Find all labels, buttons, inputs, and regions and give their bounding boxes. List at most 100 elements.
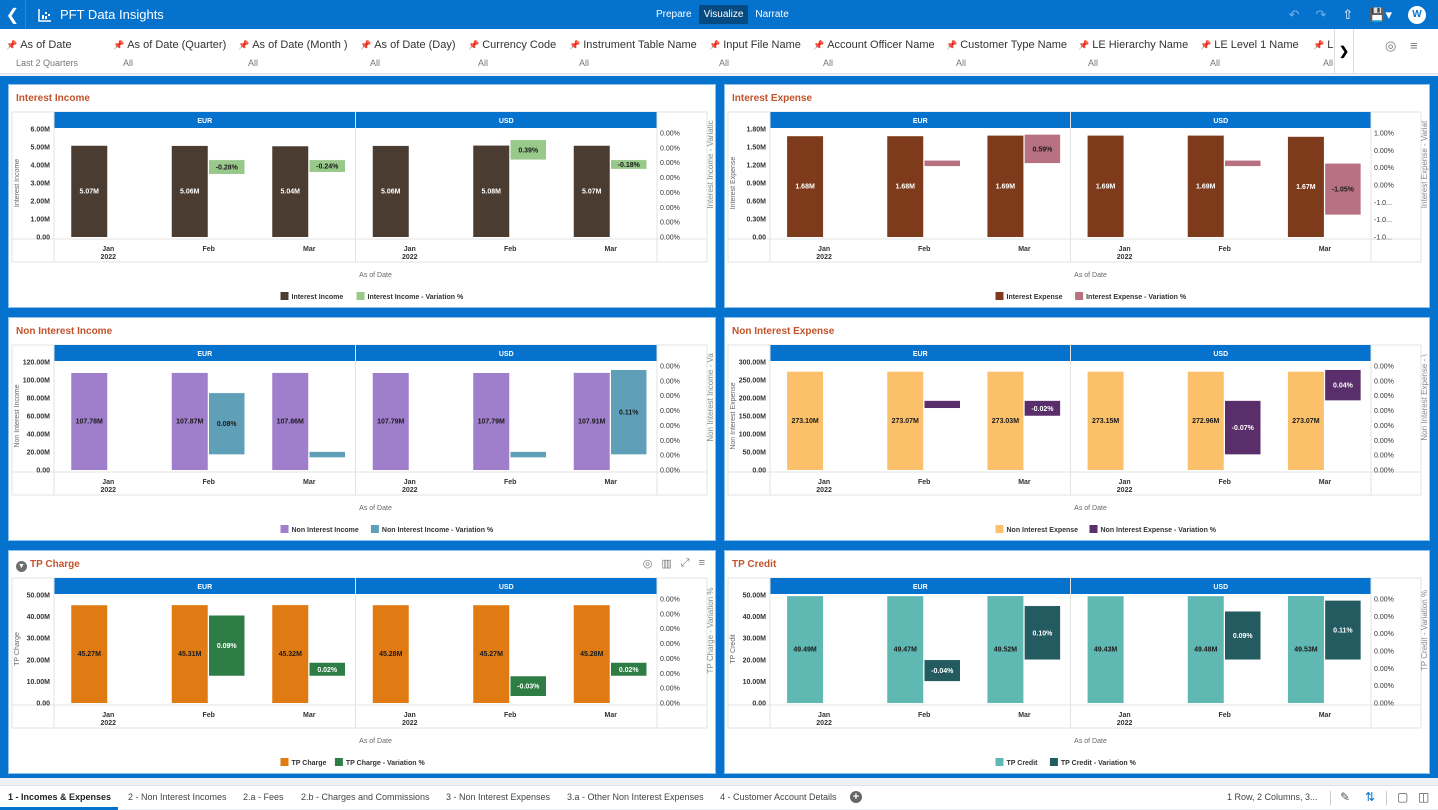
pin-icon: 📌 bbox=[6, 40, 18, 50]
legend: Non Interest Income Non Interest Income -… bbox=[280, 525, 494, 534]
filter-le-level-1-name[interactable]: 📌 LE Level 1 Name All bbox=[1200, 29, 1313, 74]
mode-narrate[interactable]: Narrate bbox=[750, 5, 793, 24]
variation-bar[interactable] bbox=[924, 400, 961, 409]
canvas-tab[interactable]: 3 - Non Interest Expenses bbox=[446, 792, 550, 802]
legend: Non Interest Expense Non Interest Expense… bbox=[995, 525, 1217, 534]
legend-label[interactable]: TP Charge - Variation % bbox=[346, 760, 426, 767]
canvas-tab[interactable]: 1 - Incomes & Expenses bbox=[8, 792, 111, 802]
variation-bar[interactable] bbox=[924, 160, 961, 167]
filter-as-of-date-quarter[interactable]: 📌 As of Date (Quarter) All bbox=[113, 29, 238, 74]
legend-label[interactable]: Non Interest Income bbox=[292, 527, 359, 534]
filter-value: All bbox=[719, 58, 730, 68]
legend-label[interactable]: Interest Income - Variation % bbox=[368, 294, 464, 301]
export-icon[interactable]: ⇧ bbox=[1342, 7, 1353, 23]
y-tick-label: 300.00M bbox=[739, 360, 766, 367]
variation-data-label: -1.05% bbox=[1332, 187, 1355, 194]
chart-panel-interest-income[interactable]: Interest Income EUR USD 0.00 1.00M 2.00M 3.00M… bbox=[8, 84, 716, 308]
legend-label[interactable]: Interest Income bbox=[292, 294, 344, 301]
brushing-icon[interactable]: ✎ bbox=[1340, 790, 1350, 804]
legend-label[interactable]: Non Interest Expense - Variation % bbox=[1101, 527, 1217, 534]
y2-axis-title: Interest Expense - Variat bbox=[1420, 120, 1429, 208]
filter-customer-type-name[interactable]: 📌 Customer Type Name All bbox=[946, 29, 1078, 74]
mode-switcher: Prepare Visualize Narrate bbox=[651, 5, 794, 24]
y-tick-label: 50.00M bbox=[743, 593, 767, 600]
x-tick-label: Jan bbox=[1119, 246, 1131, 253]
y2-tick-label: 0.00% bbox=[1374, 183, 1394, 190]
redo-icon[interactable]: ↷ bbox=[1315, 7, 1326, 23]
filter-le-hierarchy-name[interactable]: 📌 LE Hierarchy Name All bbox=[1078, 29, 1200, 74]
chart-svg: EUR USD 0.00 1.00M 2.00M 3.00M 4.00M 5.00M 6.00M… bbox=[11, 111, 715, 301]
filter-input-file-name[interactable]: 📌 Input File Name All bbox=[709, 29, 813, 74]
y2-tick-label: 0.00% bbox=[660, 468, 680, 475]
canvas-tab[interactable]: 2 - Non Interest Incomes bbox=[128, 792, 227, 802]
filter-le[interactable]: 📌LE All bbox=[1313, 29, 1334, 74]
chart-panel-non-interest-income[interactable]: Non Interest Income EUR USD 0.00 20.00M 40.00… bbox=[8, 317, 716, 541]
y2-tick-label: 0.00% bbox=[660, 235, 680, 242]
chart-panel-non-interest-expense[interactable]: Non Interest Expense EUR USD 0.00 50.00M 100.… bbox=[724, 317, 1430, 541]
filter-as-of-date[interactable]: 📌 As of Date Last 2 Quarters bbox=[6, 29, 113, 74]
facet-label: USD bbox=[499, 118, 514, 125]
layout-single-icon[interactable]: ▢ bbox=[1397, 790, 1408, 804]
canvas-tab[interactable]: 3.a - Other Non Interest Expenses bbox=[567, 792, 704, 802]
canvas-tab[interactable]: 2.b - Charges and Commissions bbox=[301, 792, 430, 802]
legend-label[interactable]: Interest Expense - Variation % bbox=[1086, 294, 1187, 301]
layout-status[interactable]: 1 Row, 2 Columns, 3... bbox=[1227, 792, 1318, 802]
x-axis-title: As of Date bbox=[359, 272, 392, 279]
canvas-tab[interactable]: 4 - Customer Account Details bbox=[720, 792, 837, 802]
chart-svg: EUR USD 0.00 10.00M 20.00M 30.00M 40.00M 50.00M… bbox=[11, 577, 715, 767]
variation-data-label: 0.08% bbox=[217, 421, 238, 428]
save-icon[interactable]: 💾▾ bbox=[1369, 7, 1392, 23]
undo-icon[interactable]: ↶ bbox=[1289, 7, 1300, 23]
variation-bar[interactable] bbox=[309, 451, 346, 458]
user-avatar[interactable]: W bbox=[1408, 5, 1426, 24]
facet-label: USD bbox=[1213, 118, 1228, 125]
x-tick-label: Feb bbox=[1219, 712, 1231, 719]
variation-bar[interactable] bbox=[1224, 160, 1261, 167]
canvas-tabs-bar: + 1 Row, 2 Columns, 3... ✎ ⇅ ▢ ◫ 1 - Inc… bbox=[0, 785, 1438, 810]
auto-apply-icon[interactable]: ◎ bbox=[1385, 38, 1396, 54]
filter-currency-code[interactable]: 📌 Currency Code All bbox=[468, 29, 569, 74]
visualization-canvas: Interest Income EUR USD 0.00 1.00M 2.00M 3.00M… bbox=[0, 76, 1438, 778]
bar-data-label: 1.68M bbox=[795, 184, 815, 191]
filter-as-of-date-day[interactable]: 📌 As of Date (Day) All bbox=[360, 29, 468, 74]
bar-data-label: 5.08M bbox=[482, 188, 502, 195]
filter-instrument-table-name[interactable]: 📌 Instrument Table Name All bbox=[569, 29, 709, 74]
chart-panel-interest-expense[interactable]: Interest Expense EUR USD 0.00 0.30M 0.60M 0.90… bbox=[724, 84, 1430, 308]
variation-data-label: -0.18% bbox=[618, 162, 641, 169]
variation-bar[interactable] bbox=[510, 451, 547, 458]
pin-icon: 📌 bbox=[813, 40, 825, 50]
y2-tick-label: 0.00% bbox=[1374, 165, 1394, 172]
filter-menu-icon[interactable]: ≡ bbox=[1410, 38, 1418, 53]
legend-label[interactable]: TP Charge bbox=[292, 760, 327, 767]
y2-tick-label: 0.00% bbox=[660, 701, 680, 708]
bar-data-label: 1.68M bbox=[896, 184, 916, 191]
mode-prepare[interactable]: Prepare bbox=[651, 5, 697, 24]
pin-icon: 📌 bbox=[113, 40, 125, 50]
app-header: ❮ PFT Data Insights Prepare Visualize Na… bbox=[0, 0, 1438, 29]
legend-label[interactable]: Interest Expense bbox=[1007, 294, 1063, 301]
y2-tick-label: 0.00% bbox=[660, 597, 680, 604]
bar-data-label: 107.79M bbox=[478, 418, 505, 425]
bar-data-label: 5.07M bbox=[582, 188, 602, 195]
chart-panel-tp-credit[interactable]: TP Credit EUR USD 0.00 10.00M 20.00M 30.00M 40.… bbox=[724, 550, 1430, 774]
layout-split-icon[interactable]: ◫ bbox=[1418, 790, 1429, 804]
mode-visualize[interactable]: Visualize bbox=[698, 5, 749, 24]
filter-account-officer-name[interactable]: 📌 Account Officer Name All bbox=[813, 29, 946, 74]
facet-label: USD bbox=[1213, 584, 1228, 591]
chart-svg: EUR USD 0.00 0.30M 0.60M 0.90M 1.20M 1.50M 1.80M… bbox=[727, 111, 1429, 301]
sync-icon[interactable]: ⇅ bbox=[1365, 790, 1375, 804]
filter-value: All bbox=[1323, 58, 1334, 68]
bar-data-label: 45.31M bbox=[178, 651, 202, 658]
legend-label[interactable]: TP Credit bbox=[1007, 760, 1039, 767]
canvas-tab[interactable]: 2.a - Fees bbox=[243, 792, 284, 802]
legend-label[interactable]: Non Interest Expense bbox=[1007, 527, 1079, 534]
add-canvas-button[interactable]: + bbox=[850, 791, 862, 803]
back-button[interactable]: ❮ bbox=[0, 0, 26, 29]
legend-label[interactable]: Non Interest Income - Variation % bbox=[382, 527, 494, 534]
filter-bar-next-button[interactable]: ❯ bbox=[1334, 29, 1354, 73]
x-tick-label: Feb bbox=[504, 246, 516, 253]
legend-label[interactable]: TP Credit - Variation % bbox=[1061, 760, 1137, 767]
y-axis-title: Non Interest Income bbox=[14, 384, 21, 447]
filter-as-of-date-month[interactable]: 📌 As of Date (Month ) All bbox=[238, 29, 360, 74]
chart-panel-tp-charge[interactable]: ▼ TP Charge ◎ ▥ ⤢ ≡ EUR USD 0.00 10.00M 20.00M 30.0… bbox=[8, 550, 716, 774]
